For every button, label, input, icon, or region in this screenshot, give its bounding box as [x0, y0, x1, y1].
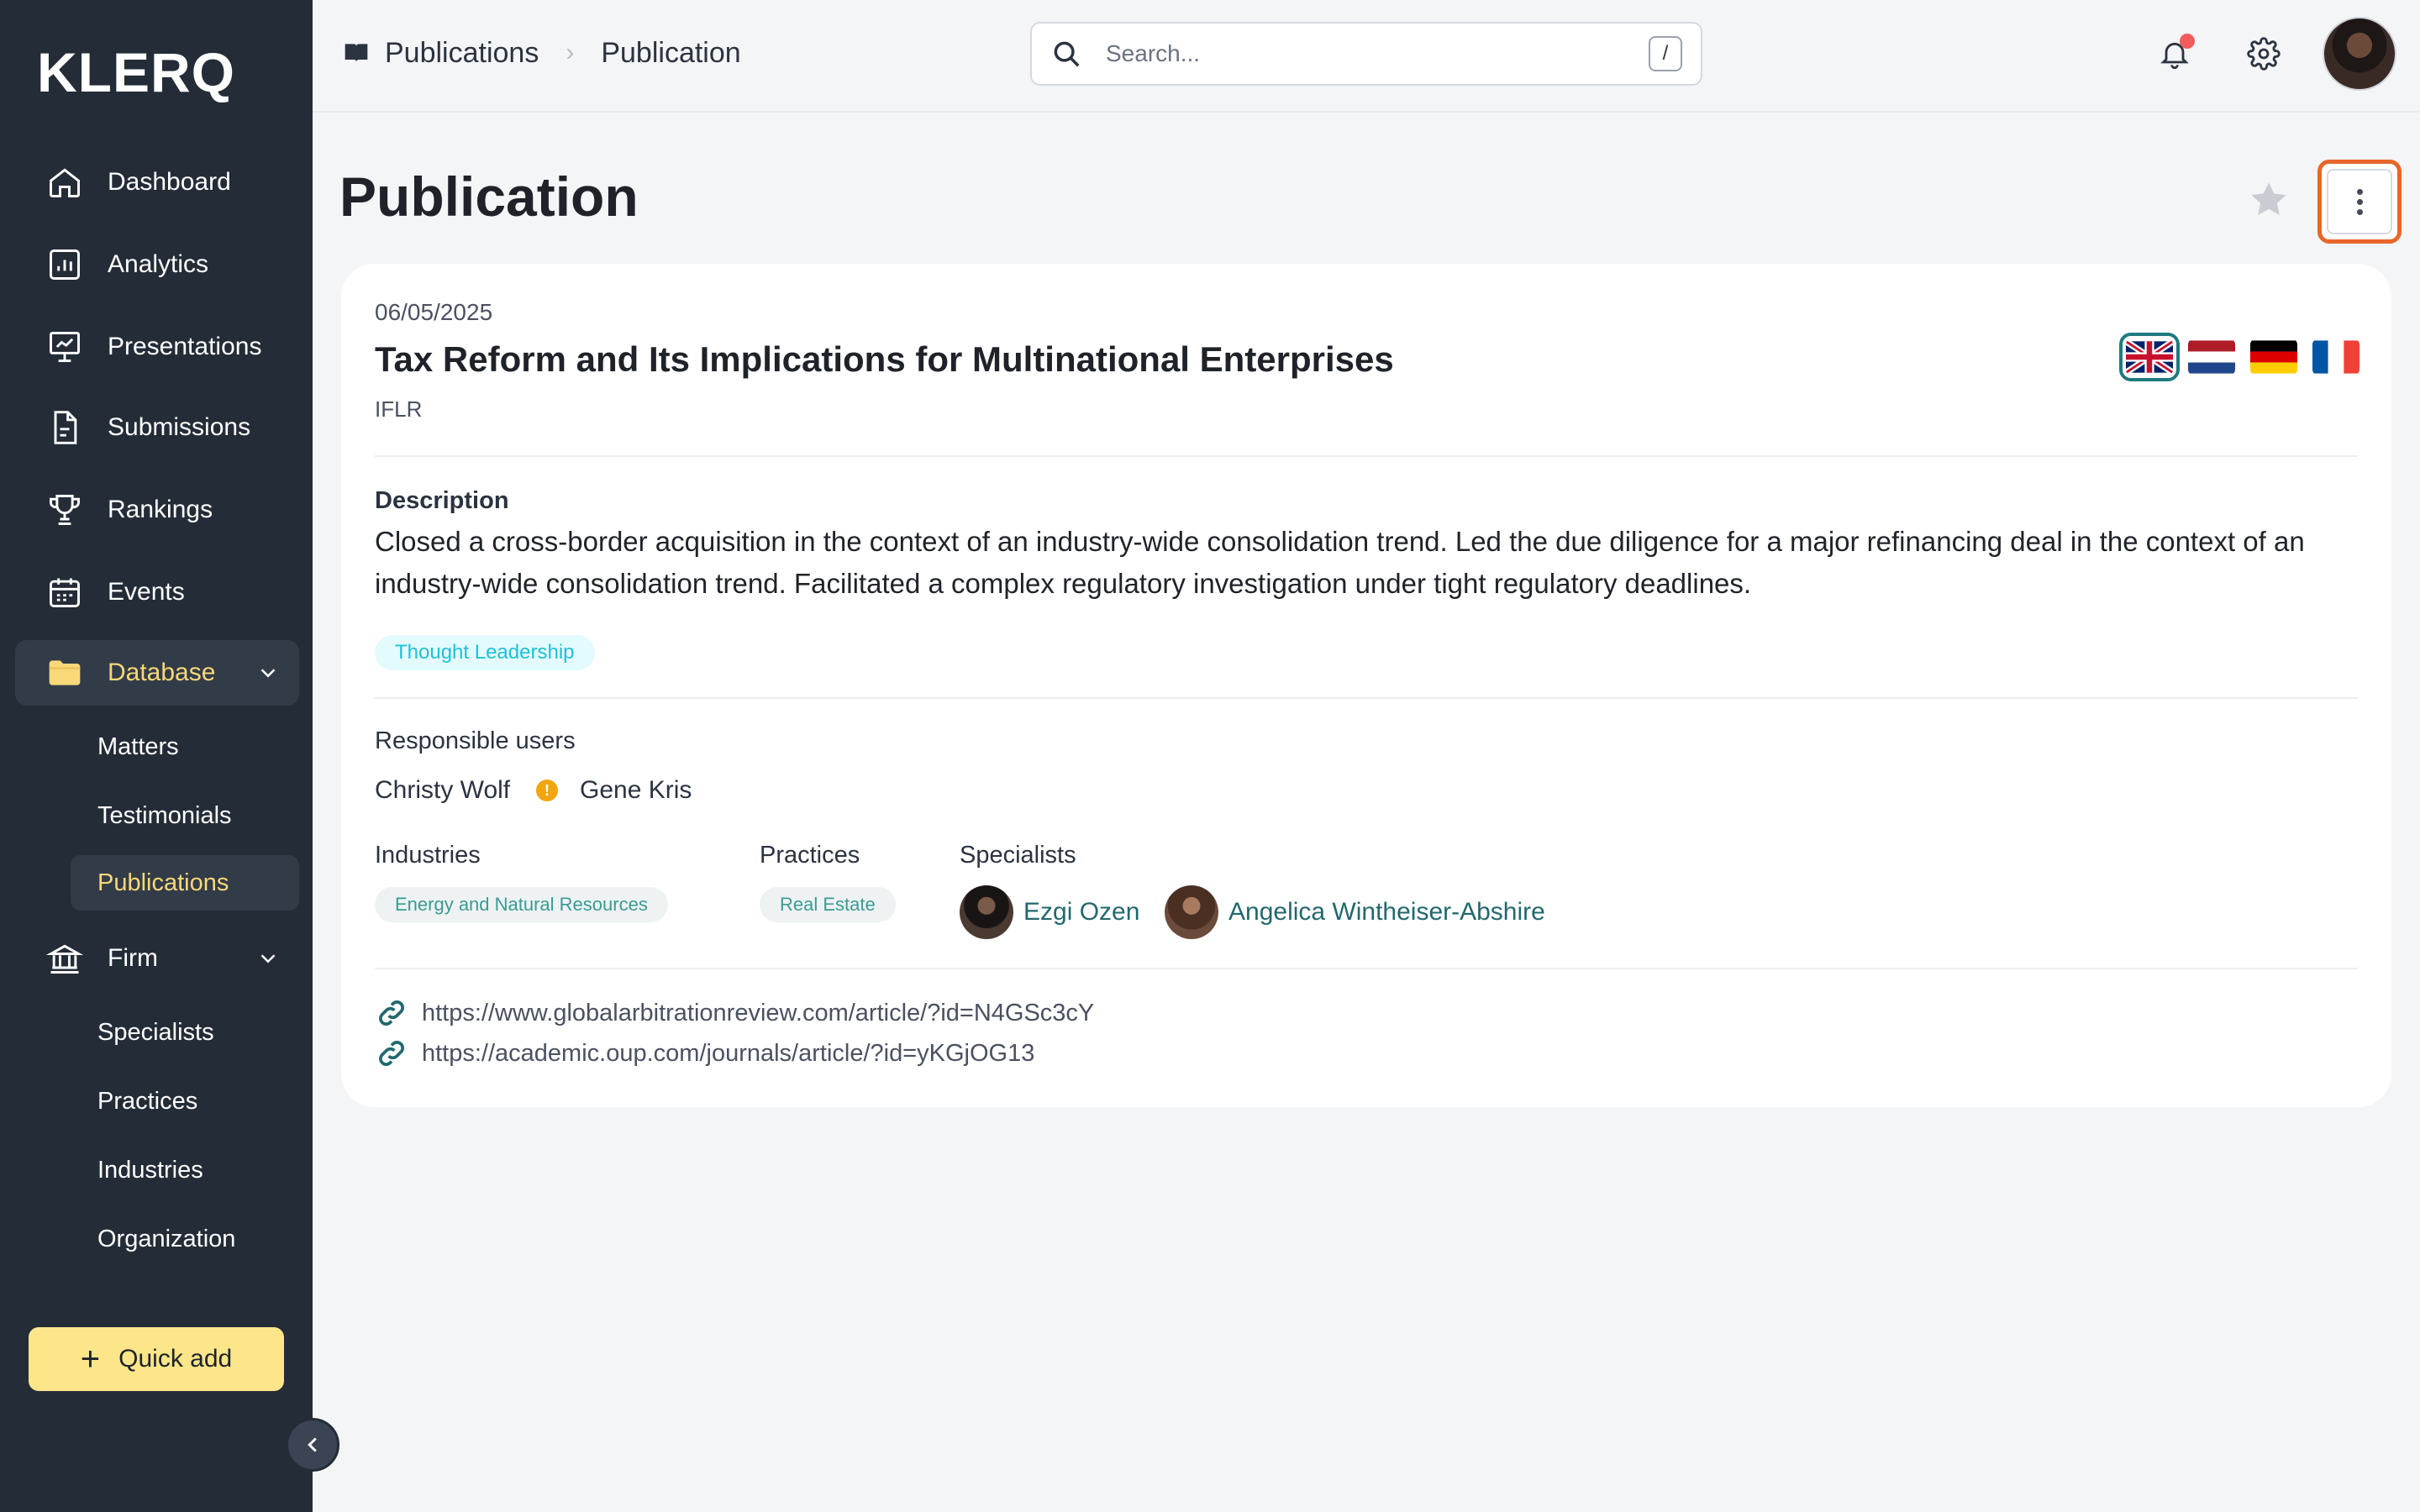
link-url: https://www.globalarbitrationreview.com/…	[422, 999, 1095, 1026]
search-box[interactable]: /	[1030, 22, 1702, 86]
search-input[interactable]	[1106, 40, 1649, 67]
publication-card: 06/05/2025 Tax Reform and Its Implicatio…	[341, 264, 2391, 1107]
collapse-sidebar-button[interactable]	[286, 1418, 339, 1472]
breadcrumb-publications[interactable]: Publications	[385, 37, 539, 70]
sidebar-item-database[interactable]: Database	[15, 640, 299, 706]
publication-title: Tax Reform and Its Implications for Mult…	[375, 339, 1394, 379]
external-link[interactable]: https://academic.oup.com/journals/articl…	[375, 1037, 1034, 1070]
responsible-user: Christy Wolf	[375, 776, 511, 804]
publication-date: 06/05/2025	[375, 299, 493, 325]
bar-chart-icon	[45, 245, 84, 284]
calendar-icon	[45, 573, 84, 612]
folder-icon	[45, 654, 84, 692]
book-icon	[345, 44, 368, 62]
practice-tag: Real Estate	[760, 887, 896, 922]
sidebar-item-rankings[interactable]: Rankings	[15, 477, 299, 543]
gear-icon	[2247, 37, 2281, 71]
notifications-button[interactable]	[2153, 32, 2196, 76]
chevron-left-icon	[308, 1437, 317, 1452]
divider	[375, 697, 2358, 699]
sidebar-item-label: Events	[108, 578, 185, 606]
sidebar-item-firm[interactable]: Firm	[15, 926, 299, 991]
trophy-icon	[45, 491, 84, 529]
search-icon	[1054, 41, 1080, 67]
language-switcher	[2119, 333, 2360, 381]
specialists-label: Specialists	[960, 842, 1076, 869]
chevron-right-icon: ›	[566, 39, 575, 66]
more-vertical-icon	[2327, 169, 2392, 234]
responsible-user: Gene Kris	[580, 776, 692, 804]
sidebar-subitem-organization[interactable]: Organization	[71, 1211, 299, 1267]
france-flag-icon[interactable]	[2312, 339, 2360, 375]
document-icon	[45, 408, 84, 447]
sidebar-subitem-specialists[interactable]: Specialists	[71, 1005, 299, 1060]
settings-button[interactable]	[2242, 32, 2286, 76]
search-shortcut-key: /	[1649, 36, 1682, 71]
sidebar-item-analytics[interactable]: Analytics	[15, 232, 299, 297]
sidebar-item-label: Dashboard	[108, 168, 231, 196]
topbar: Publications › Publication /	[313, 0, 2420, 113]
sidebar-subitem-matters[interactable]: Matters	[71, 719, 299, 774]
industry-tag: Energy and Natural Resources	[375, 887, 668, 922]
sidebar-item-label: Submissions	[108, 413, 251, 441]
sidebar-item-label: Analytics	[108, 250, 209, 278]
chevron-down-icon[interactable]	[255, 946, 281, 971]
quick-add-label: Quick add	[118, 1345, 233, 1373]
user-avatar[interactable]	[2323, 17, 2396, 91]
sidebar-item-submissions[interactable]: Submissions	[15, 395, 299, 460]
quick-add-button[interactable]: + Quick add	[29, 1327, 284, 1391]
description-text: Closed a cross-border acquisition in the…	[375, 526, 2305, 599]
sidebar: KLERQ Dashboard Analytics Presentations …	[0, 0, 313, 1512]
industries-label: Industries	[375, 842, 481, 869]
more-options-button[interactable]	[2317, 160, 2402, 244]
sidebar-item-presentations[interactable]: Presentations	[15, 314, 299, 380]
sidebar-subitem-testimonials[interactable]: Testimonials	[71, 788, 299, 843]
netherlands-flag-icon[interactable]	[2188, 339, 2235, 375]
breadcrumb-current: Publication	[601, 36, 741, 69]
sidebar-subitem-practices[interactable]: Practices	[71, 1074, 299, 1129]
page-title: Publication	[339, 165, 639, 228]
plus-icon: +	[80, 1341, 101, 1378]
sidebar-item-events[interactable]: Events	[15, 559, 299, 625]
specialist-chip[interactable]: Ezgi Ozen	[960, 885, 1139, 939]
germany-flag-icon[interactable]	[2250, 339, 2297, 375]
presentation-icon	[45, 328, 84, 366]
divider	[375, 455, 2358, 457]
notification-badge	[2180, 34, 2195, 49]
sidebar-subitem-publications[interactable]: Publications	[71, 855, 299, 911]
bank-icon	[45, 939, 84, 978]
chevron-down-icon[interactable]	[255, 660, 281, 685]
app-logo[interactable]: KLERQ	[37, 40, 235, 104]
favorite-star-icon[interactable]	[2247, 178, 2291, 222]
uk-flag-icon[interactable]	[2119, 333, 2180, 381]
sidebar-item-label: Firm	[108, 944, 158, 972]
avatar	[1165, 885, 1218, 939]
sidebar-item-label: Rankings	[108, 496, 213, 523]
link-url: https://academic.oup.com/journals/articl…	[422, 1039, 1035, 1067]
breadcrumb: Publications › Publication	[343, 32, 741, 74]
link-icon	[379, 1000, 404, 1026]
specialist-chip[interactable]: Angelica Wintheiser-Abshire	[1165, 885, 1545, 939]
specialist-name: Ezgi Ozen	[1023, 898, 1140, 926]
link-icon	[379, 1041, 404, 1066]
specialist-name: Angelica Wintheiser-Abshire	[1228, 898, 1545, 926]
category-tag: Thought Leadership	[375, 635, 595, 670]
practices-label: Practices	[760, 842, 860, 869]
responsible-users-label: Responsible users	[375, 727, 576, 754]
warning-icon: !	[536, 780, 558, 801]
sidebar-item-dashboard[interactable]: Dashboard	[15, 150, 299, 215]
sidebar-item-label: Database	[108, 659, 216, 686]
home-icon	[45, 163, 84, 202]
external-link[interactable]: https://www.globalarbitrationreview.com/…	[375, 996, 1094, 1030]
avatar	[960, 885, 1013, 939]
divider	[375, 968, 2358, 969]
description-label: Description	[375, 487, 509, 514]
sidebar-item-label: Presentations	[108, 333, 262, 360]
sidebar-subitem-industries[interactable]: Industries	[71, 1142, 299, 1198]
publication-source: IFLR	[375, 396, 423, 422]
